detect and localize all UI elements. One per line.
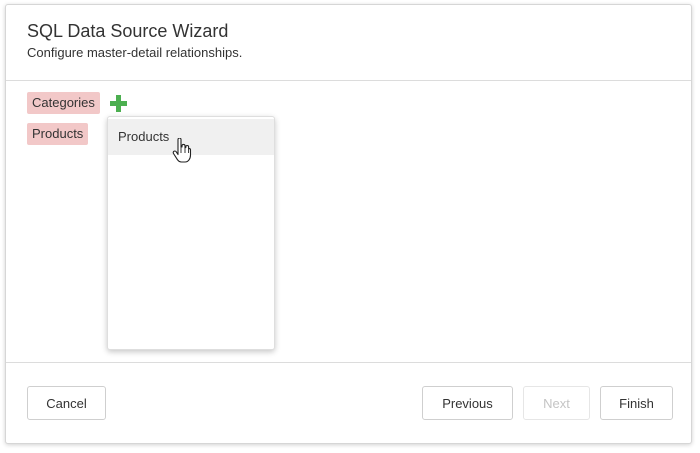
cancel-button[interactable]: Cancel — [27, 386, 106, 420]
wizard-title: SQL Data Source Wizard — [27, 21, 229, 41]
previous-button[interactable]: Previous — [422, 386, 513, 420]
wizard-subtitle: Configure master-detail relationships. — [27, 45, 243, 60]
add-relation-plus-icon[interactable] — [110, 95, 127, 112]
hand-pointer-cursor-icon — [172, 138, 192, 163]
relationships-area: Categories Products Products — [6, 81, 691, 365]
table-products-chip[interactable]: Products — [27, 123, 89, 145]
master-table-categories-chip[interactable]: Categories — [27, 92, 100, 114]
wizard-footer: Cancel Previous Next Finish — [6, 362, 691, 443]
sql-data-source-wizard-dialog: SQL Data Source Wizard Configure master-… — [5, 4, 692, 444]
wizard-header: SQL Data Source Wizard Configure master-… — [6, 5, 691, 81]
finish-button[interactable]: Finish — [600, 386, 673, 420]
next-button[interactable]: Next — [523, 386, 590, 420]
